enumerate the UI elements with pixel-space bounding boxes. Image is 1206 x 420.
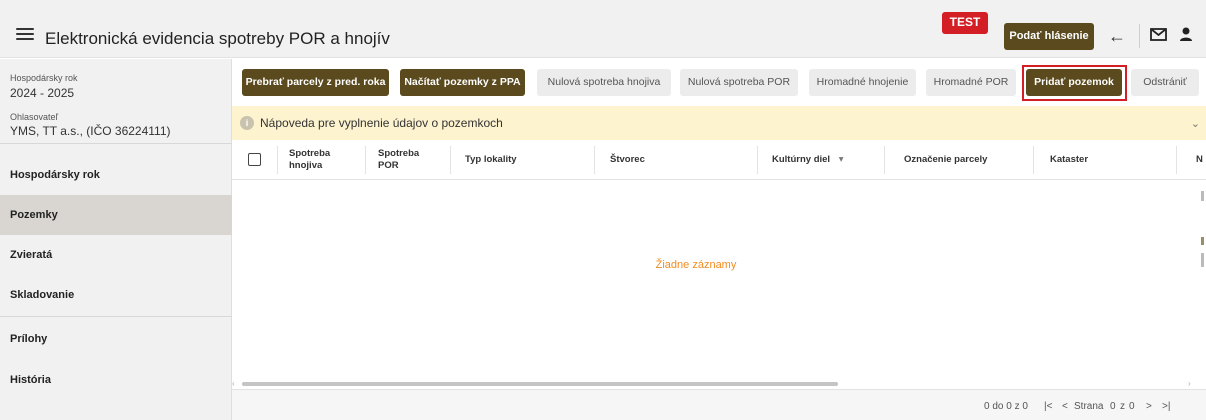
col-header-n[interactable]: N	[1196, 154, 1203, 166]
col-header-typ-lokality[interactable]: Typ lokality	[465, 154, 517, 166]
col-header-line: Spotreba	[289, 148, 331, 159]
column-separator	[884, 146, 885, 174]
side-panel-strip	[1199, 181, 1206, 381]
chevron-down-icon[interactable]: ⌄	[1191, 117, 1200, 130]
sidebar-divider	[0, 316, 232, 317]
column-separator	[1176, 146, 1177, 174]
next-page-icon[interactable]: >	[1146, 401, 1152, 412]
sidebar-item-hospodarsky-rok[interactable]: Hospodársky rok	[0, 155, 232, 195]
sidebar-divider	[0, 143, 232, 144]
zero-por-button[interactable]: Nulová spotreba POR	[680, 69, 798, 96]
page-label: Strana	[1074, 401, 1104, 412]
hamburger-menu-icon[interactable]	[16, 28, 34, 42]
highlight-frame	[1022, 65, 1127, 101]
bulk-fertilization-button[interactable]: Hromadné hnojenie	[809, 69, 916, 96]
grid-body: Žiadne záznamy	[232, 181, 1206, 386]
sidebar-item-skladovanie[interactable]: Skladovanie	[0, 275, 232, 315]
sidebar-item-zvierata[interactable]: Zvieratá	[0, 235, 232, 275]
grid-header: Spotreba hnojiva Spotreba POR Typ lokali…	[232, 140, 1206, 180]
sort-arrow-icon[interactable]: ▾	[839, 154, 844, 165]
horizontal-scrollbar[interactable]	[242, 382, 1197, 386]
remove-button[interactable]: Odstrániť	[1131, 69, 1199, 96]
col-header-spotreba-hnojiva[interactable]: Spotreba hnojiva	[289, 148, 330, 172]
select-all-checkbox[interactable]	[248, 153, 261, 166]
column-separator	[1033, 146, 1034, 174]
scroll-left-icon[interactable]: ‹	[232, 379, 235, 388]
bulk-por-button[interactable]: Hromadné POR	[926, 69, 1016, 96]
sidebar-item-historia[interactable]: História	[0, 360, 232, 400]
submit-report-button[interactable]: Podať hlásenie	[1004, 23, 1094, 50]
col-header-line: hnojiva	[289, 160, 323, 171]
page-total: 0	[1129, 401, 1135, 412]
page-current: 0	[1110, 401, 1116, 412]
col-header-kataster[interactable]: Kataster	[1050, 154, 1088, 166]
reporter-label: Ohlasovateľ	[10, 112, 59, 122]
copy-parcels-prev-year-button[interactable]: Prebrať parcely z pred. roka	[242, 69, 389, 96]
top-bar: Elektronická evidencia spotreby POR a hn…	[0, 0, 1206, 58]
header-divider	[1139, 24, 1140, 48]
mail-icon[interactable]	[1150, 28, 1167, 41]
sidebar-item-pozemky[interactable]: Pozemky	[0, 195, 232, 235]
empty-state-text: Žiadne záznamy	[655, 259, 737, 271]
col-header-kulturny-diel[interactable]: Kultúrny diel ▾	[772, 154, 843, 166]
col-header-stvorec[interactable]: Štvorec	[610, 154, 645, 166]
last-page-icon[interactable]: >|	[1162, 401, 1170, 412]
column-separator	[365, 146, 366, 174]
info-icon: i	[240, 116, 254, 130]
prev-page-icon[interactable]: <	[1062, 401, 1068, 412]
user-icon[interactable]	[1178, 26, 1194, 42]
load-plots-ppa-button[interactable]: Načítať pozemky z PPA	[400, 69, 525, 96]
page-of-label: z	[1120, 401, 1125, 412]
pagination-summary: 0 do 0 z 0	[984, 401, 1028, 412]
column-separator	[594, 146, 595, 174]
year-label: Hospodársky rok	[10, 73, 78, 83]
col-header-line: POR	[378, 160, 399, 171]
help-banner[interactable]: i Nápoveda pre vyplnenie údajov o pozemk…	[232, 106, 1206, 140]
pagination-bar: 0 do 0 z 0 |< < Strana 0 z 0 > >|	[232, 389, 1206, 420]
col-header-spotreba-por[interactable]: Spotreba POR	[378, 148, 419, 172]
sidebar-item-prilohy[interactable]: Prílohy	[0, 319, 232, 359]
app-title: Elektronická evidencia spotreby POR a hn…	[45, 29, 390, 48]
zero-fertilizer-button[interactable]: Nulová spotreba hnojiva	[537, 69, 671, 96]
col-header-line: Spotreba	[378, 148, 420, 159]
column-separator	[450, 146, 451, 174]
sidebar: Hospodársky rok 2024 - 2025 Ohlasovateľ …	[0, 59, 232, 420]
scroll-right-icon[interactable]: ›	[1188, 379, 1191, 388]
column-separator	[277, 146, 278, 174]
scrollbar-thumb[interactable]	[242, 382, 838, 386]
reporter-value: YMS, TT a.s., (IČO 36224111)	[10, 124, 171, 138]
col-header-text: Kultúrny diel	[772, 154, 831, 165]
col-header-oznacenie-parcely[interactable]: Označenie parcely	[904, 154, 987, 166]
help-text: Nápoveda pre vyplnenie údajov o pozemkoc…	[260, 116, 503, 130]
year-value: 2024 - 2025	[10, 86, 75, 100]
first-page-icon[interactable]: |<	[1044, 401, 1052, 412]
column-separator	[757, 146, 758, 174]
back-arrow-icon[interactable]: ←	[1106, 25, 1128, 47]
test-badge: TEST	[942, 12, 988, 34]
